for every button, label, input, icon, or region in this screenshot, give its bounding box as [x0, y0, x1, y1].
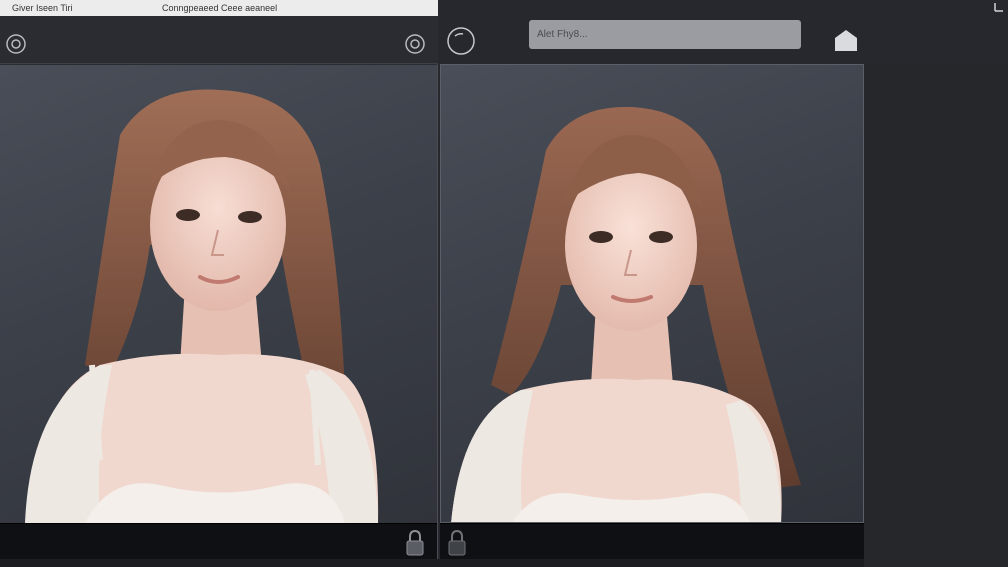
left-toolbar	[0, 16, 438, 64]
circle-icon[interactable]	[446, 26, 476, 56]
tab-label-a[interactable]: Giver Iseen Tiri	[12, 0, 73, 16]
menu-icon[interactable]	[988, 0, 1008, 16]
portrait-image-right	[451, 106, 801, 522]
bottom-bar-left	[0, 523, 437, 559]
target-icon[interactable]	[403, 32, 427, 56]
lock-icon[interactable]	[446, 528, 468, 558]
right-side-area	[865, 64, 1008, 567]
image-viewer-right[interactable]	[440, 64, 864, 523]
bottom-bar-right	[440, 523, 864, 559]
top-tab-bar: Giver Iseen Tiri Conngpeaeed Ceee aeanee…	[0, 0, 438, 16]
home-icon[interactable]	[832, 26, 860, 54]
lock-icon[interactable]	[404, 528, 426, 558]
tab-label-b[interactable]: Conngpeaeed Ceee aeaneel	[162, 0, 277, 16]
left-panel: Giver Iseen Tiri Conngpeaeed Ceee aeanee…	[0, 0, 438, 567]
portrait-image-left	[25, 89, 379, 523]
search-input[interactable]	[529, 20, 801, 49]
target-icon[interactable]	[4, 32, 28, 56]
right-header	[440, 0, 1008, 64]
image-viewer-left[interactable]	[0, 65, 437, 523]
bottom-strip	[0, 559, 864, 567]
